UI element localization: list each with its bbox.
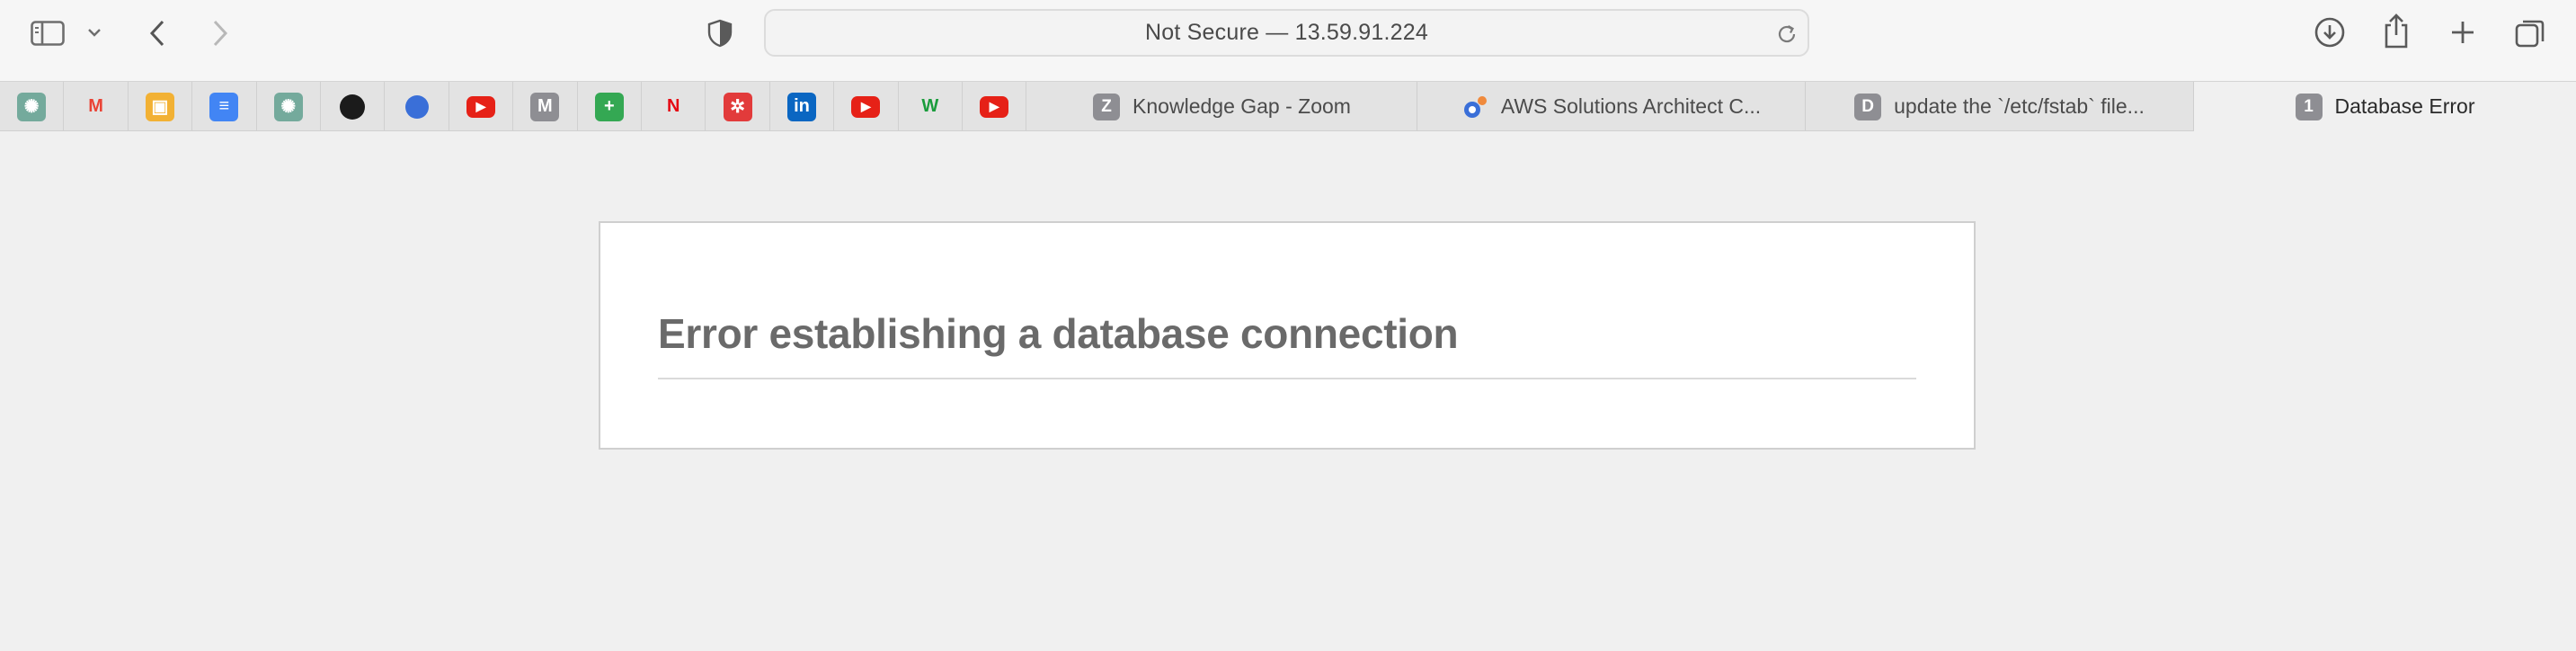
linkedin-icon: in — [786, 92, 816, 121]
pinned-tab[interactable]: W — [899, 82, 963, 131]
back-icon[interactable] — [144, 18, 171, 49]
tab-label: Database Error — [2334, 94, 2475, 118]
pinned-tab[interactable]: ≡ — [192, 82, 257, 131]
address-text: Not Secure — 13.59.91.224 — [1145, 20, 1428, 45]
error-box: Error establishing a database connection — [599, 221, 1976, 450]
new-tab-icon[interactable] — [2447, 16, 2479, 49]
app-icon — [1461, 94, 1488, 120]
box-icon: ▣ — [145, 92, 174, 121]
youtube-icon: ▶ — [466, 95, 495, 118]
netflix-icon: N — [666, 96, 680, 116]
pinned-tab[interactable]: ▶ — [834, 82, 899, 131]
chatgpt-icon: ✺ — [17, 92, 47, 121]
zoom-icon: Z — [1093, 93, 1121, 120]
tab-label: update the `/etc/fstab` file... — [1894, 94, 2145, 118]
sidebar-icon[interactable] — [27, 18, 68, 49]
pinned-tab[interactable]: M — [64, 82, 129, 131]
youtube-icon: ▶ — [980, 95, 1009, 118]
pinned-tab[interactable]: M — [513, 82, 578, 131]
privacy-shield-icon[interactable] — [706, 18, 733, 49]
google-sheets-icon: + — [594, 92, 624, 121]
pinned-tab[interactable]: ● — [321, 82, 386, 131]
pinned-tab[interactable]: ▶ — [963, 82, 1027, 131]
chatgpt-icon: ✺ — [273, 92, 303, 121]
tab-update-fstab[interactable]: D update the `/etc/fstab` file... — [1806, 82, 2194, 131]
error-title: Error establishing a database connection — [658, 309, 1916, 379]
forward-icon[interactable] — [207, 18, 234, 49]
tab-badge-icon: 1 — [2295, 93, 2323, 120]
pinned-tab[interactable]: N — [642, 82, 706, 131]
pinned-tab[interactable]: ▣ — [129, 82, 193, 131]
pinned-tab[interactable]: ✺ — [0, 82, 65, 131]
share-icon[interactable] — [2380, 11, 2412, 50]
pinned-tab[interactable]: ▶ — [449, 82, 514, 131]
gmail-icon: M — [88, 96, 103, 116]
doc-icon: D — [1854, 93, 1882, 120]
github-icon: ● — [340, 94, 366, 120]
tab-database-error[interactable]: 1 Database Error — [2194, 82, 2576, 131]
tab-label: Knowledge Gap - Zoom — [1133, 94, 1351, 118]
pinned-tab[interactable]: + — [578, 82, 642, 131]
pinned-tab[interactable]: ✺ — [257, 82, 321, 131]
pinned-tab[interactable]: ✲ — [706, 82, 770, 131]
reload-icon[interactable] — [1775, 22, 1799, 50]
address-bar[interactable]: Not Secure — 13.59.91.224 — [764, 9, 1809, 57]
tab-strip: ✺ M ▣ ≡ ✺ ● ● ▶ M + N ✲ in ▶ W ▶ Z Knowledge Gap - Zoom… — [0, 81, 2576, 131]
download-icon[interactable] — [2314, 16, 2346, 49]
w3schools-icon: W — [921, 96, 939, 116]
tab-knowledge-gap-zoom[interactable]: Z Knowledge Gap - Zoom — [1027, 82, 1417, 131]
pinned-tab[interactable]: in — [770, 82, 835, 131]
tab-overview-icon[interactable] — [2513, 16, 2547, 50]
settings-wheel-icon: ✲ — [723, 92, 752, 121]
chevron-down-icon[interactable] — [84, 25, 104, 40]
app-icon: ● — [404, 94, 429, 119]
pinned-tab[interactable]: ● — [385, 82, 449, 131]
youtube-icon: ▶ — [851, 95, 881, 118]
tab-aws-solutions-architect[interactable]: AWS Solutions Architect C... — [1417, 82, 1806, 131]
google-docs-icon: ≡ — [209, 92, 239, 121]
medium-icon: M — [530, 92, 560, 121]
tab-label: AWS Solutions Architect C... — [1500, 94, 1762, 118]
browser-toolbar: Not Secure — 13.59.91.224 — [0, 0, 2576, 81]
